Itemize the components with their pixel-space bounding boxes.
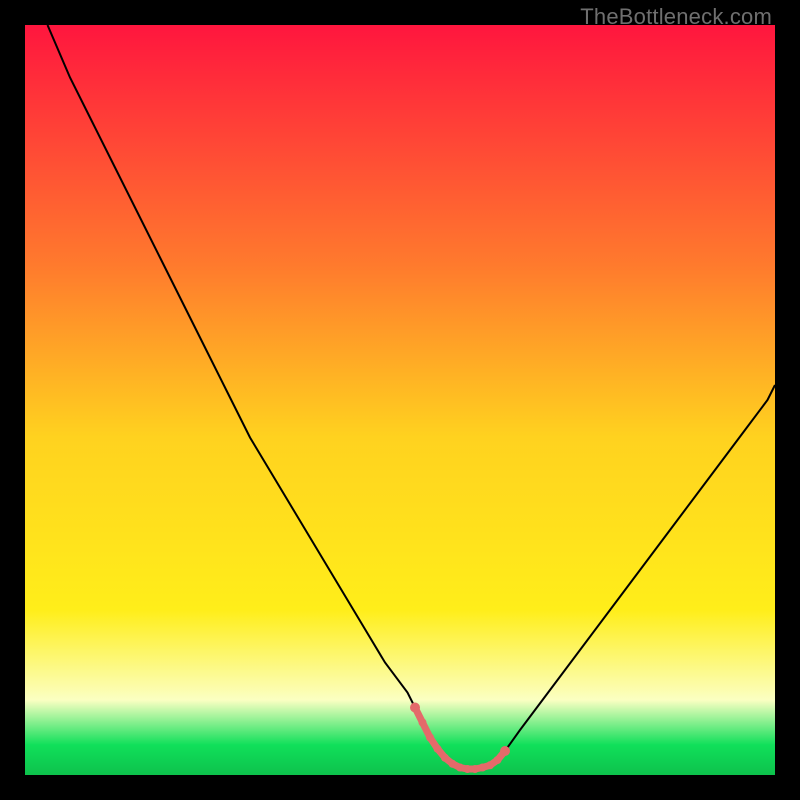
optimal-marker — [410, 703, 420, 713]
optimal-marker — [479, 764, 487, 772]
optimal-marker — [419, 719, 427, 727]
optimal-marker — [456, 764, 464, 772]
optimal-marker — [434, 745, 442, 753]
optimal-marker — [494, 756, 502, 764]
optimal-marker — [486, 761, 494, 769]
watermark-text: TheBottleneck.com — [580, 4, 772, 30]
gradient-background — [25, 25, 775, 775]
chart-svg — [25, 25, 775, 775]
optimal-marker — [441, 754, 449, 762]
optimal-marker — [426, 734, 434, 742]
outer-frame: TheBottleneck.com — [0, 0, 800, 800]
optimal-marker — [449, 760, 457, 768]
plot-area — [25, 25, 775, 775]
optimal-marker — [471, 765, 479, 773]
optimal-marker — [500, 746, 510, 756]
optimal-marker — [464, 765, 472, 773]
